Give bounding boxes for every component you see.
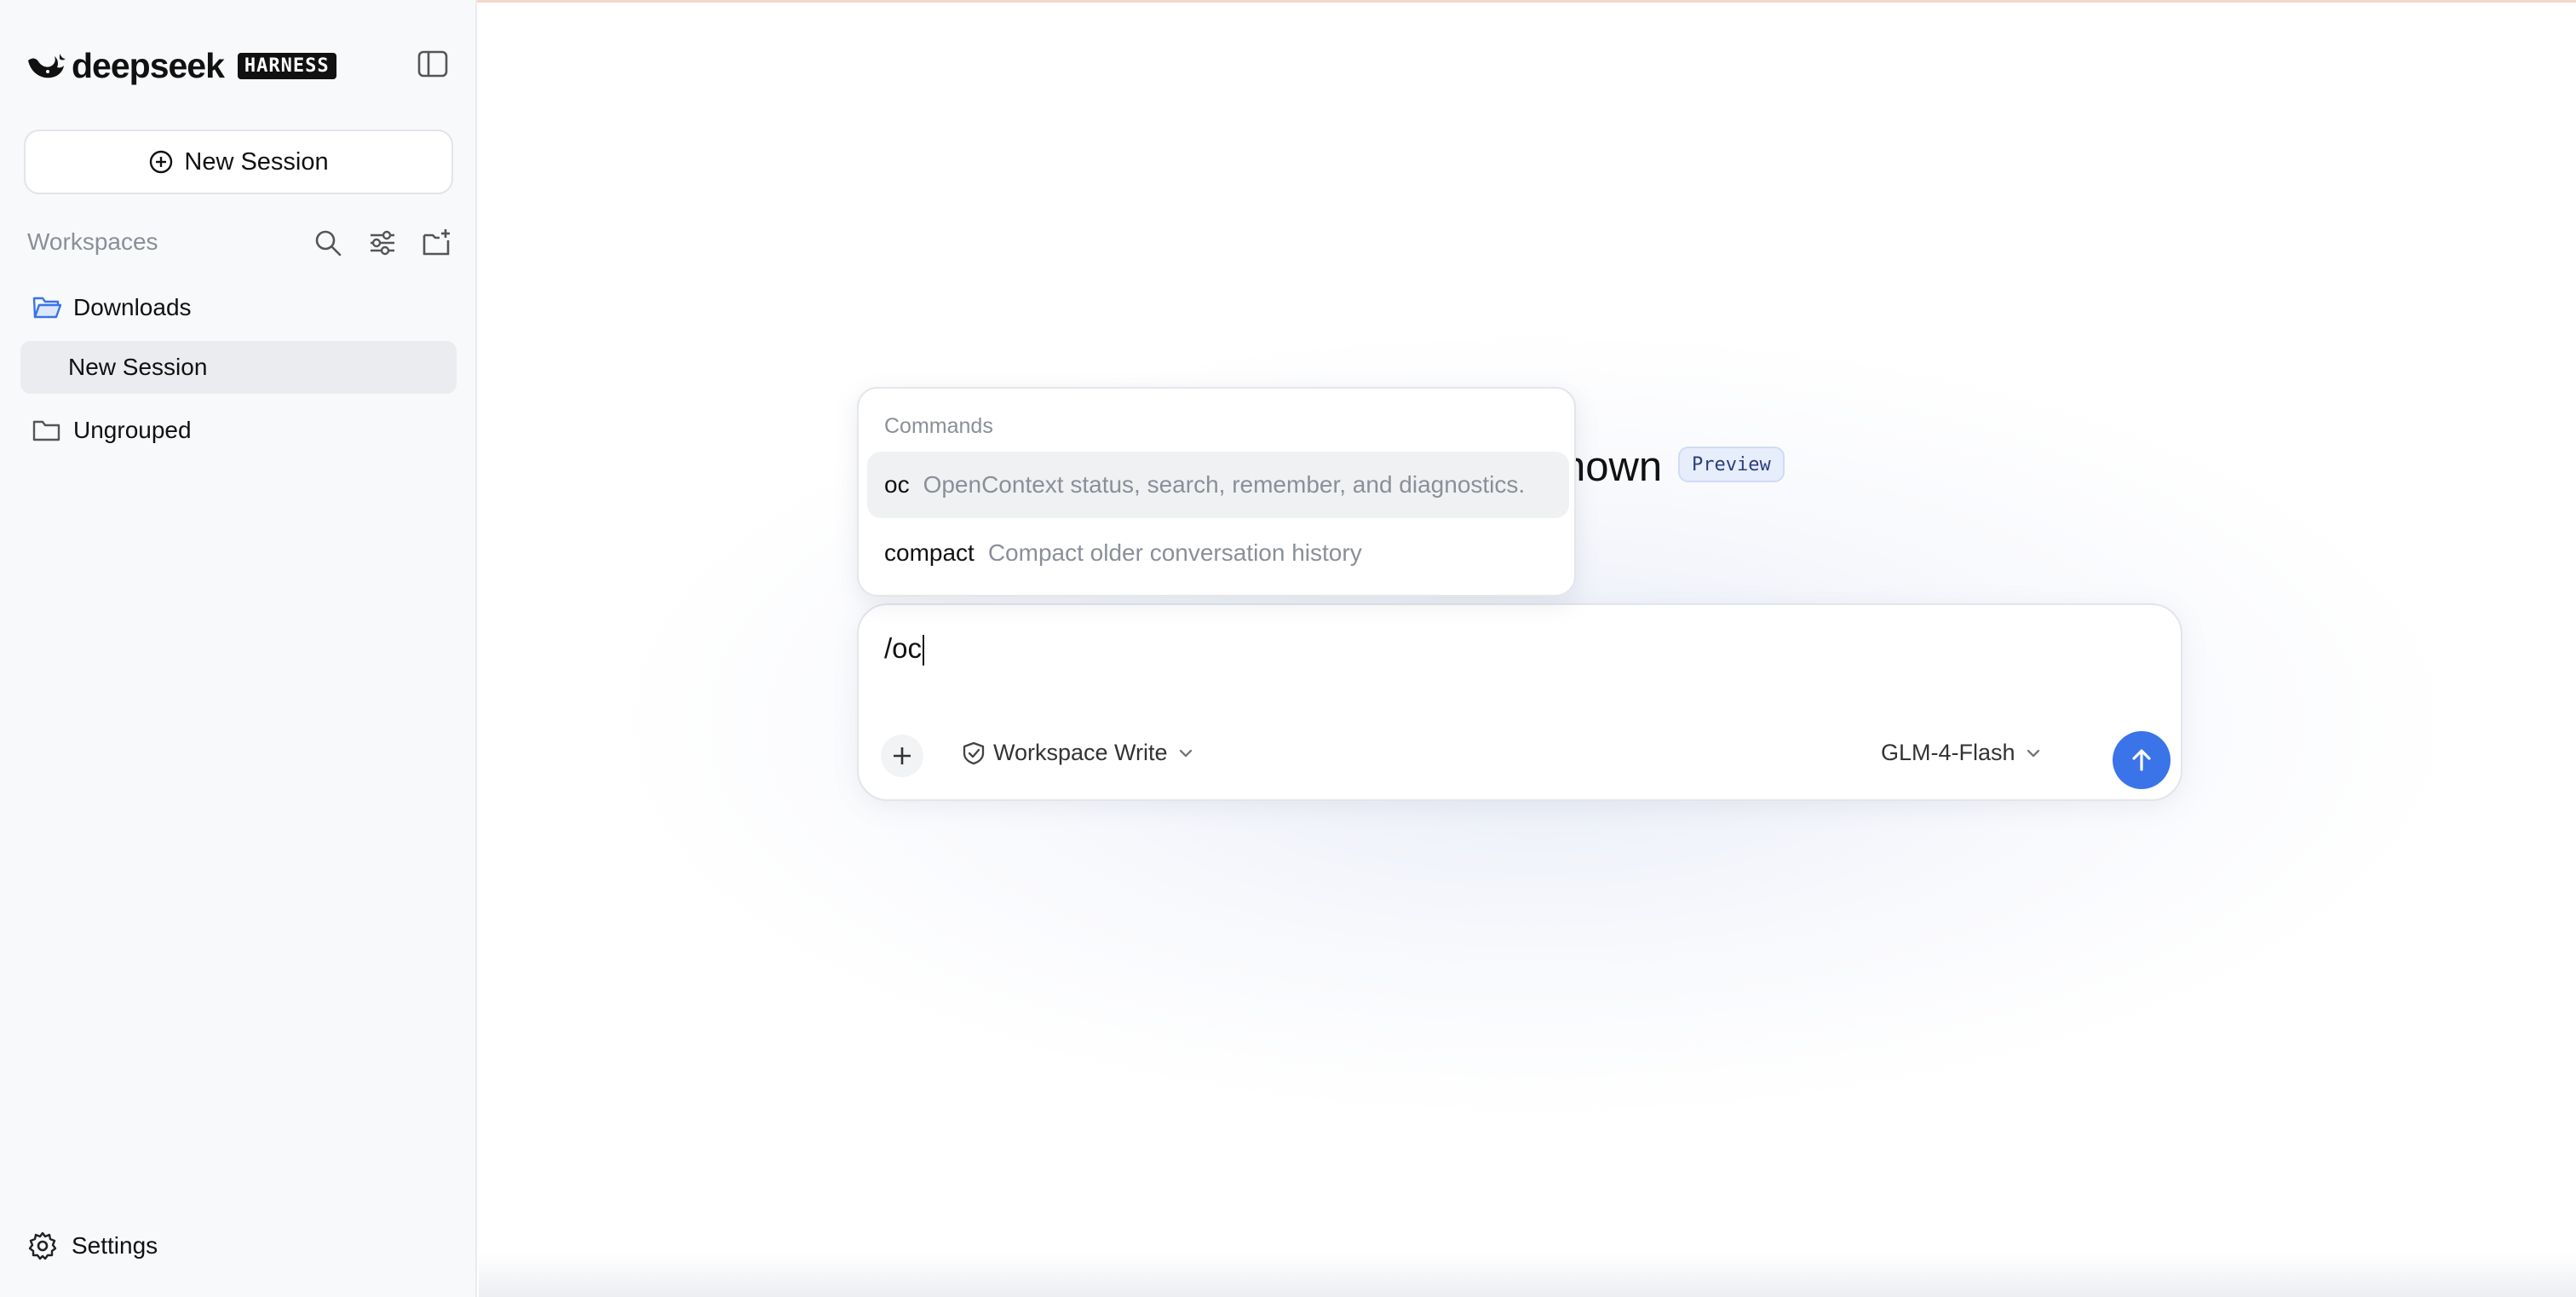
brand-name: deepseek <box>72 45 225 85</box>
folder-open-icon <box>32 297 61 319</box>
plus-circle-icon <box>150 150 173 174</box>
new-session-label: New Session <box>184 147 329 176</box>
workspaces-title: Workspaces <box>27 228 158 255</box>
command-item-oc[interactable]: oc OpenContext status, search, remember,… <box>867 452 1569 518</box>
message-input[interactable]: /oc <box>884 632 925 666</box>
permission-mode-select[interactable]: Workspace Write <box>961 740 1195 766</box>
workspace-downloads[interactable]: Downloads <box>20 281 457 334</box>
workspace-ungrouped[interactable]: Ungrouped <box>20 404 457 457</box>
shield-check-icon <box>963 741 985 764</box>
message-input-value: /oc <box>884 632 923 664</box>
commands-popup: Commands oc OpenContext status, search, … <box>857 387 1576 597</box>
chevron-down-icon <box>1179 749 1192 757</box>
preview-badge: Preview <box>1678 447 1785 482</box>
command-name: oc <box>884 471 910 498</box>
search-icon[interactable] <box>312 227 344 259</box>
workspace-tools <box>312 227 453 259</box>
session-item-new-session[interactable]: New Session <box>20 341 457 394</box>
model-select[interactable]: GLM-4-Flash <box>1881 740 2043 766</box>
app-window: deepseek HARNESS New Session Workspaces <box>0 0 2576 1297</box>
permission-mode-label: Workspace Write <box>993 740 1168 765</box>
welcome-heading: nown <box>1562 444 1663 490</box>
session-item-label: New Session <box>68 354 208 380</box>
main-area: nown Preview /oc Workspace Write GLM-4-F… <box>479 0 2576 1297</box>
sidebar: deepseek HARNESS New Session Workspaces <box>0 0 477 1297</box>
new-folder-icon[interactable] <box>421 227 453 259</box>
brand-logo: deepseek HARNESS <box>26 46 336 85</box>
workspace-ungrouped-label: Ungrouped <box>73 417 192 443</box>
chevron-down-icon <box>2027 749 2039 757</box>
plus-icon <box>894 747 911 764</box>
bottom-shadow <box>479 1253 2576 1297</box>
whale-logo-icon <box>28 54 66 78</box>
command-description: Compact older conversation history <box>987 539 1362 566</box>
filter-sliders-icon[interactable] <box>366 227 399 259</box>
send-button[interactable] <box>2113 731 2171 789</box>
command-description: OpenContext status, search, remember, an… <box>923 471 1526 498</box>
settings-button[interactable]: Settings <box>27 1231 158 1261</box>
sidebar-toggle-icon[interactable] <box>417 49 448 78</box>
text-caret <box>923 635 925 666</box>
gear-icon <box>28 1231 57 1260</box>
commands-title: Commands <box>884 414 993 438</box>
workspaces-header: Workspaces <box>27 223 453 261</box>
folder-icon <box>32 420 60 441</box>
command-name: compact <box>884 539 975 566</box>
workspace-downloads-label: Downloads <box>73 294 192 320</box>
arrow-up-icon <box>2132 749 2151 771</box>
new-session-button[interactable]: New Session <box>24 130 453 194</box>
command-item-compact[interactable]: compact Compact older conversation histo… <box>867 520 1569 586</box>
settings-label: Settings <box>72 1232 158 1259</box>
model-label: GLM-4-Flash <box>1881 740 2015 765</box>
attach-button[interactable] <box>881 735 923 777</box>
harness-badge: HARNESS <box>237 52 336 79</box>
message-composer: /oc Workspace Write GLM-4-Flash <box>857 603 2182 801</box>
